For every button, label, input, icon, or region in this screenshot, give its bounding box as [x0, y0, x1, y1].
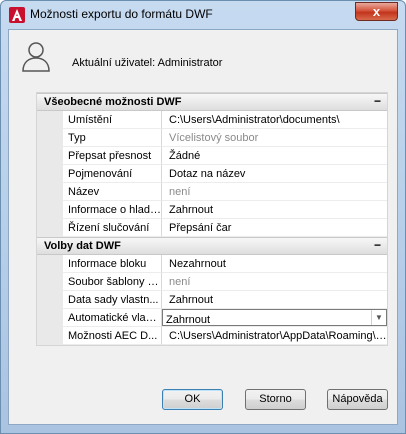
dialog-window: Možnosti exportu do formátu DWF x Aktuál…: [0, 0, 406, 434]
property-value: není: [162, 183, 387, 201]
chevron-down-icon[interactable]: ▼: [371, 310, 386, 325]
property-value-cell: Zahrnout ▼: [162, 309, 387, 327]
ok-button[interactable]: OK: [162, 389, 223, 410]
property-name: Přepsat přesnost: [63, 147, 162, 165]
cancel-button[interactable]: Storno: [245, 389, 306, 410]
collapse-icon[interactable]: −: [374, 238, 381, 252]
section-title: Všeobecné možnosti DWF: [44, 96, 182, 108]
collapse-icon[interactable]: −: [374, 94, 381, 108]
property-value[interactable]: Zahrnout: [162, 291, 387, 309]
property-name: Pojmenování: [63, 165, 162, 183]
auto-props-dropdown[interactable]: Zahrnout ▼: [162, 309, 387, 326]
section-header-general[interactable]: Všeobecné možnosti DWF −: [37, 93, 387, 111]
property-name: Řízení slučování: [63, 219, 162, 237]
property-value: Vícelistový soubor: [162, 129, 387, 147]
property-name: Název: [63, 183, 162, 201]
property-grid: Všeobecné možnosti DWF − Umístění C:\Use…: [36, 92, 388, 346]
property-row-precision[interactable]: Přepsat přesnost Žádné: [37, 147, 387, 165]
property-value[interactable]: Přepsání čar: [162, 219, 387, 237]
close-button[interactable]: x: [355, 2, 398, 21]
property-row-aec-options[interactable]: Možnosti AEC D... C:\Users\Administrator…: [37, 327, 387, 345]
property-value[interactable]: Zahrnout: [162, 201, 387, 219]
property-row-block-info[interactable]: Informace bloku Nezahrnout: [37, 255, 387, 273]
title-bar[interactable]: Možnosti exportu do formátu DWF x: [1, 1, 405, 29]
dropdown-selected-value: Zahrnout: [166, 314, 211, 326]
property-row-propset-data[interactable]: Data sady vlastn... Zahrnout: [37, 291, 387, 309]
property-row-naming[interactable]: Pojmenování Dotaz na název: [37, 165, 387, 183]
property-name: Informace bloku: [63, 255, 162, 273]
current-user-label: Aktuální uživatel: Administrator: [72, 57, 223, 69]
property-name: Automatické vlast...: [63, 309, 162, 327]
property-name: Soubor šablony b...: [63, 273, 162, 291]
property-name: Možnosti AEC D...: [63, 327, 162, 345]
property-row-auto-props[interactable]: Automatické vlast... Zahrnout ▼: [37, 309, 387, 327]
property-row-location[interactable]: Umístění C:\Users\Administrator\document…: [37, 111, 387, 129]
property-row-name[interactable]: Název není: [37, 183, 387, 201]
property-value[interactable]: C:\Users\Administrator\AppData\Roaming\A…: [162, 327, 387, 345]
property-name: Informace o hladi...: [63, 201, 162, 219]
property-row-type[interactable]: Typ Vícelistový soubor: [37, 129, 387, 147]
user-icon: [22, 42, 50, 72]
property-name: Data sady vlastn...: [63, 291, 162, 309]
property-value[interactable]: Žádné: [162, 147, 387, 165]
autocad-app-icon: [9, 7, 25, 23]
property-value: není: [162, 273, 387, 291]
section-title: Volby dat DWF: [44, 240, 121, 252]
property-row-layer-info[interactable]: Informace o hladi... Zahrnout: [37, 201, 387, 219]
property-row-block-template[interactable]: Soubor šablony b... není: [37, 273, 387, 291]
property-name: Typ: [63, 129, 162, 147]
dialog-client-area: Aktuální uživatel: Administrator Všeobec…: [8, 29, 398, 425]
property-row-merge-control[interactable]: Řízení slučování Přepsání čar: [37, 219, 387, 237]
help-button[interactable]: Nápověda: [327, 389, 388, 410]
property-value[interactable]: Nezahrnout: [162, 255, 387, 273]
window-title: Možnosti exportu do formátu DWF: [30, 7, 213, 21]
close-icon: x: [372, 4, 381, 19]
property-value[interactable]: Dotaz na název: [162, 165, 387, 183]
section-header-data[interactable]: Volby dat DWF −: [37, 237, 387, 255]
property-name: Umístění: [63, 111, 162, 129]
property-value[interactable]: C:\Users\Administrator\documents\: [162, 111, 387, 129]
